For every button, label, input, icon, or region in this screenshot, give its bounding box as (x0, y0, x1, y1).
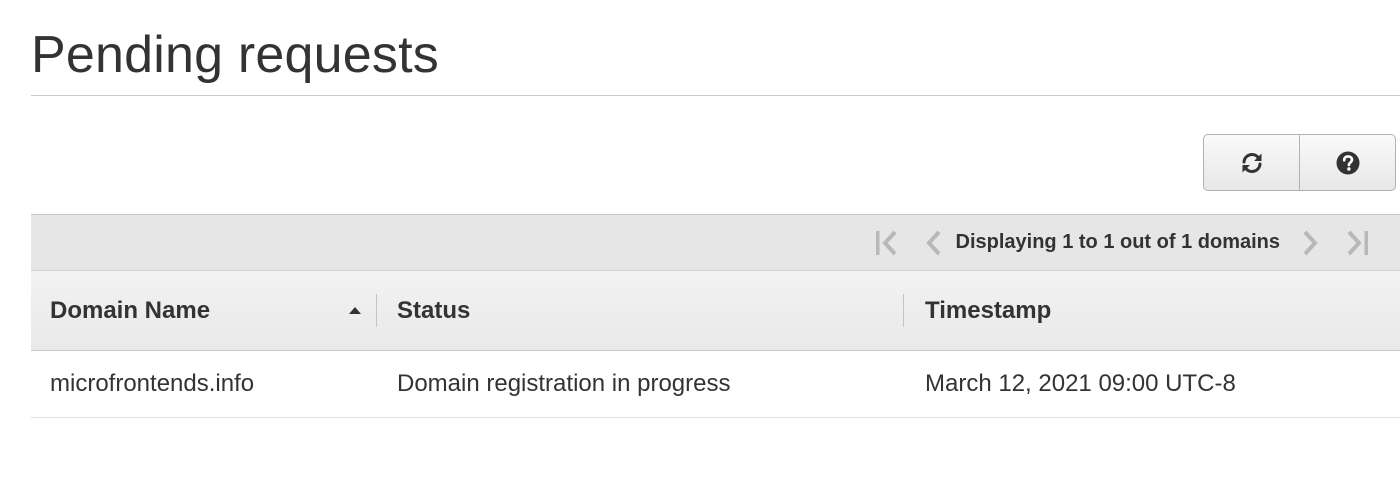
cell-timestamp: March 12, 2021 09:00 UTC-8 (925, 370, 1236, 397)
first-page-button[interactable] (872, 227, 904, 259)
column-header-domain-name[interactable]: Domain Name (31, 271, 376, 350)
cell-domain-name: microfrontends.info (50, 370, 255, 397)
help-circle-icon (1336, 151, 1359, 174)
pagination-bar: Displaying 1 to 1 out of 1 domains (31, 214, 1400, 271)
column-header-status[interactable]: Status (377, 271, 903, 350)
title-divider (31, 95, 1400, 96)
next-page-icon (1303, 230, 1318, 255)
sort-ascending-icon[interactable] (348, 306, 362, 316)
next-page-button[interactable] (1294, 227, 1326, 259)
column-header-timestamp[interactable]: Timestamp (904, 271, 1400, 350)
cell-status: Domain registration in progress (397, 370, 731, 397)
last-page-icon (1347, 230, 1368, 255)
refresh-button[interactable] (1204, 135, 1299, 190)
previous-page-button[interactable] (918, 227, 950, 259)
table-row[interactable]: microfrontends.info Domain registration … (31, 351, 1400, 418)
first-page-icon (875, 230, 896, 255)
last-page-button[interactable] (1340, 227, 1372, 259)
toolbar-button-group (1203, 134, 1396, 191)
help-button[interactable] (1299, 135, 1395, 190)
pending-requests-table: Displaying 1 to 1 out of 1 domains Domai… (31, 214, 1400, 418)
page-title: Pending requests (31, 26, 439, 84)
previous-page-icon (925, 230, 940, 255)
refresh-icon (1242, 152, 1261, 173)
column-header-label: Status (397, 296, 471, 324)
column-header-label: Timestamp (925, 296, 1052, 324)
column-header-label: Domain Name (50, 296, 211, 324)
table-header-row: Domain Name Status Timestamp (31, 271, 1400, 351)
pagination-status: Displaying 1 to 1 out of 1 domains (955, 231, 1280, 253)
